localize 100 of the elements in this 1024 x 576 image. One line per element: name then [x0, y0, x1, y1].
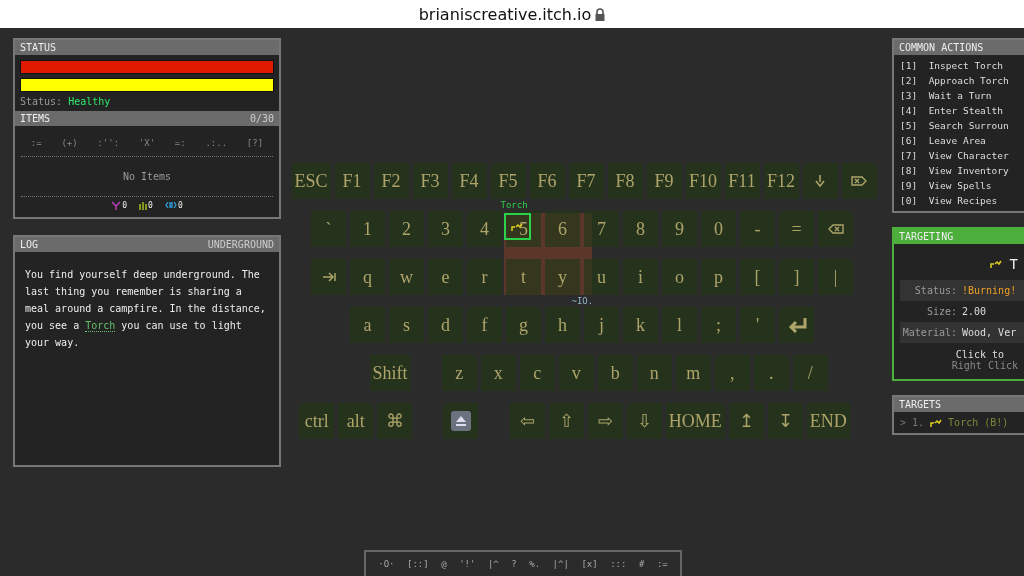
torch-link[interactable]: Torch [85, 320, 116, 332]
keyboard-key[interactable]: - [740, 211, 775, 247]
filter-tab[interactable]: =: [172, 136, 188, 150]
keyboard-key[interactable]: F6 [529, 163, 565, 199]
action-item[interactable]: [8] View Inventory [900, 165, 1018, 176]
keyboard-key[interactable]: ↥ [728, 403, 764, 439]
keyboard-key[interactable]: HOME [665, 403, 725, 439]
keyboard-key[interactable]: h [545, 307, 580, 343]
filter-tab[interactable]: [?] [244, 136, 266, 150]
keyboard-key[interactable]: F4 [451, 163, 487, 199]
keyboard-key[interactable]: k [623, 307, 658, 343]
keyboard-key[interactable]: ctrl [299, 403, 335, 439]
keyboard-key[interactable]: F9 [646, 163, 682, 199]
keyboard-key[interactable]: 4 [467, 211, 502, 247]
target-item[interactable]: > 1. Torch (B!) [894, 412, 1024, 433]
keyboard-key[interactable]: Shift [369, 355, 411, 391]
keyboard-key[interactable]: 2 [389, 211, 424, 247]
keyboard-key[interactable]: o [662, 259, 697, 295]
keyboard-key[interactable]: b [597, 355, 633, 391]
keyboard-key[interactable]: m [675, 355, 711, 391]
keyboard-key[interactable]: ESC [291, 163, 331, 199]
toolbar-button[interactable]: |^| [550, 559, 571, 569]
keyboard-key[interactable]: e [428, 259, 463, 295]
keyboard-key[interactable]: ; [701, 307, 736, 343]
action-item[interactable]: [9] View Spells [900, 180, 1018, 191]
keyboard-key[interactable]: f [467, 307, 502, 343]
toolbar-button[interactable]: @ [439, 559, 449, 569]
filter-tab[interactable]: 'X' [136, 136, 158, 150]
keyboard-key[interactable]: g [506, 307, 541, 343]
action-item[interactable]: [1] Inspect Torch [900, 60, 1018, 71]
keyboard-key[interactable]: ⇧ [548, 403, 584, 439]
keyboard-key[interactable]: i [623, 259, 658, 295]
keyboard-key[interactable]: j [584, 307, 619, 343]
keyboard-key[interactable]: z [441, 355, 477, 391]
keyboard-key[interactable]: / [792, 355, 828, 391]
keyboard-key[interactable]: ⇦ [509, 403, 545, 439]
toolbar-button[interactable]: [x] [579, 559, 600, 569]
keyboard-key[interactable]: a [350, 307, 385, 343]
keyboard-key[interactable]: q [350, 259, 385, 295]
keyboard-key[interactable]: 3 [428, 211, 463, 247]
keyboard-key[interactable]: F8 [607, 163, 643, 199]
keyboard-key[interactable]: c [519, 355, 555, 391]
keyboard-key[interactable]: y [545, 259, 580, 295]
keyboard-key[interactable] [779, 307, 814, 343]
action-item[interactable]: [5] Search Surroun [900, 120, 1018, 131]
keyboard-key[interactable]: l [662, 307, 697, 343]
filter-tab[interactable]: (+) [59, 136, 80, 150]
keyboard-key[interactable]: F7 [568, 163, 604, 199]
keyboard-key[interactable]: ↧ [767, 403, 803, 439]
keyboard-key[interactable]: [ [740, 259, 775, 295]
keyboard-key[interactable]: v [558, 355, 594, 391]
keyboard-key[interactable]: F2 [373, 163, 409, 199]
filter-tab[interactable]: := [28, 136, 44, 150]
keyboard-key[interactable]: p [701, 259, 736, 295]
keyboard-key[interactable]: ] [779, 259, 814, 295]
keyboard-key[interactable]: F1 [334, 163, 370, 199]
keyboard-key[interactable]: ⇨ [587, 403, 623, 439]
keyboard-key[interactable]: ' [740, 307, 775, 343]
toolbar-button[interactable]: '!' [457, 559, 478, 569]
toolbar-button[interactable]: := [654, 559, 670, 569]
action-item[interactable]: [0] View Recipes [900, 195, 1018, 206]
keyboard-key[interactable]: F5 [490, 163, 526, 199]
keyboard-key[interactable]: 9 [662, 211, 697, 247]
toolbar-button[interactable]: # [636, 559, 647, 569]
keyboard-key[interactable]: 0 [701, 211, 736, 247]
keyboard-key[interactable]: u [584, 259, 619, 295]
keyboard-key[interactable]: alt [338, 403, 374, 439]
keyboard-key[interactable]: | [818, 259, 853, 295]
filter-tab[interactable]: :'': [95, 136, 122, 150]
keyboard-key[interactable]: ⌘ [377, 403, 413, 439]
keyboard-key[interactable]: F12 [763, 163, 799, 199]
keyboard-key[interactable]: ⇩ [626, 403, 662, 439]
keyboard-key[interactable]: x [480, 355, 516, 391]
keyboard-key[interactable]: F11 [724, 163, 760, 199]
toolbar-button[interactable]: ·O· [376, 559, 397, 569]
keyboard-key[interactable]: F10 [685, 163, 721, 199]
keyboard-key[interactable]: n [636, 355, 672, 391]
keyboard-key[interactable]: t [506, 259, 541, 295]
keyboard-key[interactable]: s [389, 307, 424, 343]
toolbar-button[interactable]: ::: [608, 559, 629, 569]
keyboard-key[interactable] [443, 403, 479, 439]
action-item[interactable]: [4] Enter Stealth [900, 105, 1018, 116]
action-item[interactable]: [6] Leave Area [900, 135, 1018, 146]
keyboard-key[interactable]: 7 [584, 211, 619, 247]
keyboard-key[interactable]: 6 [545, 211, 580, 247]
keyboard-key[interactable]: 1 [350, 211, 385, 247]
keyboard-key[interactable]: . [753, 355, 789, 391]
keyboard-key[interactable]: 8 [623, 211, 658, 247]
toolbar-button[interactable]: |^ [485, 559, 501, 569]
keyboard-key[interactable]: d [428, 307, 463, 343]
toolbar-button[interactable]: %. [527, 559, 543, 569]
filter-tab[interactable]: .:.. [203, 136, 230, 150]
toolbar-button[interactable]: ? [509, 559, 519, 569]
action-item[interactable]: [3] Wait a Turn [900, 90, 1018, 101]
keyboard-key[interactable]: F3 [412, 163, 448, 199]
keyboard-key[interactable]: , [714, 355, 750, 391]
keyboard-key[interactable]: ` [311, 211, 346, 247]
keyboard-key[interactable]: = [779, 211, 814, 247]
action-item[interactable]: [2] Approach Torch [900, 75, 1018, 86]
keyboard-key[interactable]: END [806, 403, 850, 439]
